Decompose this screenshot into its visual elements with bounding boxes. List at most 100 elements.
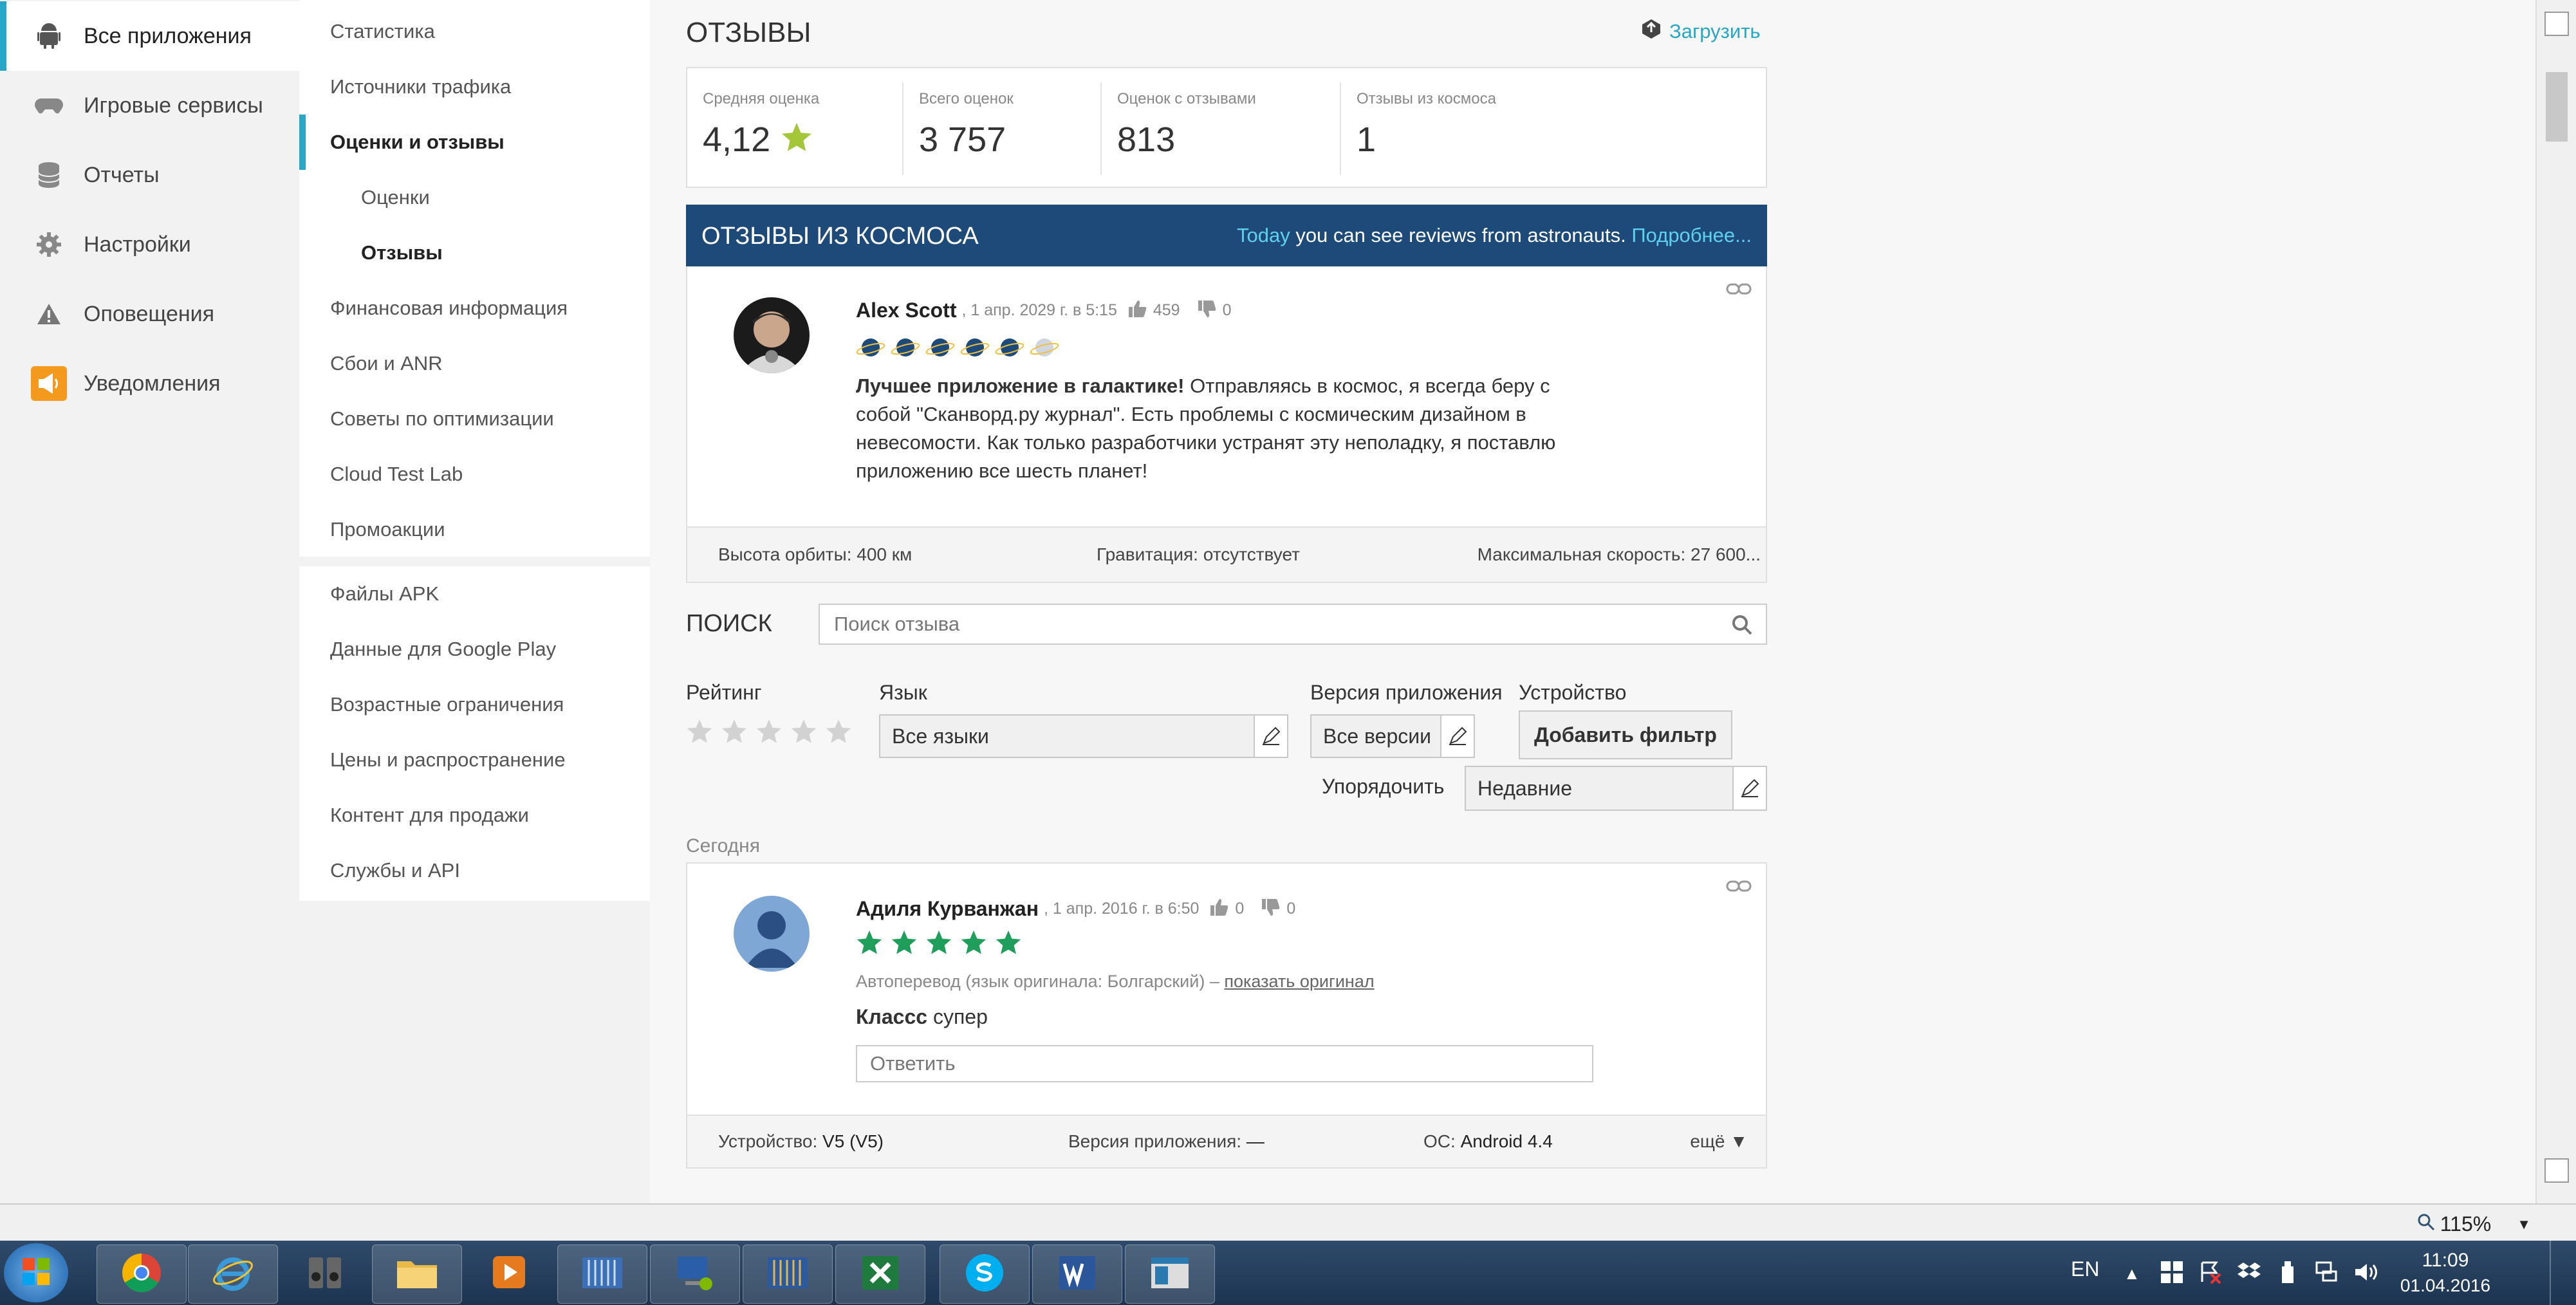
speakers-icon <box>304 1251 346 1297</box>
nav-item-label: Сбои и ANR <box>330 352 443 375</box>
taskbar-word[interactable] <box>1032 1245 1122 1304</box>
nav-item-traffic-sources[interactable]: Источники трафика <box>299 59 650 115</box>
dropbox-icon[interactable] <box>2237 1260 2261 1288</box>
clock[interactable]: 11:09 01.04.2016 <box>2381 1250 2510 1296</box>
nav-item-ratings-reviews[interactable]: Оценки и отзывы <box>299 115 650 170</box>
zoom-control[interactable]: 115% ▼ <box>2417 1212 2531 1236</box>
scroll-up-button[interactable] <box>2544 12 2569 36</box>
action-center-icon[interactable] <box>2198 1260 2223 1288</box>
device-value: V5 (V5) <box>822 1131 884 1151</box>
stat-space-reviews: Отзывы из космоса 1 <box>1357 90 1496 160</box>
sort-label: Упорядочить <box>1322 775 1445 798</box>
taskbar-player[interactable] <box>465 1245 553 1302</box>
nav-item-statistics[interactable]: Статистика <box>299 4 650 59</box>
warning-icon <box>30 302 68 326</box>
nav-item-reviews[interactable]: Отзывы <box>299 225 650 281</box>
star-icon <box>856 930 883 959</box>
cosmos-more-link[interactable]: Подробнее... <box>1631 224 1752 246</box>
device-info: Устройство: V5 (V5) <box>718 1131 884 1152</box>
nav-item-services-api[interactable]: Службы и API <box>299 843 650 898</box>
rating-filter-star[interactable] <box>790 719 817 748</box>
add-filter-button[interactable]: Добавить фильтр <box>1519 710 1732 759</box>
rating-filter-star[interactable] <box>721 719 748 748</box>
upload-icon <box>1640 18 1663 45</box>
taskbar-app-4[interactable] <box>1125 1245 1215 1304</box>
search-input[interactable]: Поиск отзыва <box>819 604 1767 645</box>
sort-select[interactable]: Недавние <box>1465 766 1767 811</box>
planet-icon <box>925 335 955 364</box>
start-button[interactable] <box>4 1243 68 1302</box>
caret-down-icon: ▼ <box>1730 1131 1748 1151</box>
scroll-down-button[interactable] <box>2544 1158 2569 1183</box>
nav-item-label: Источники трафика <box>330 75 512 98</box>
thumbs-down-icon[interactable] <box>1198 301 1216 320</box>
nav-item-notifications[interactable]: Уведомления <box>0 349 299 418</box>
nav-item-pricing[interactable]: Цены и распространение <box>299 732 650 788</box>
taskbar-skype[interactable] <box>940 1245 1030 1304</box>
nav-item-all-apps[interactable]: Все приложения <box>0 1 299 71</box>
taskbar-media[interactable] <box>281 1245 369 1302</box>
scroll-thumb[interactable] <box>2546 72 2568 142</box>
nav-item-ratings[interactable]: Оценки <box>299 170 650 225</box>
show-original-link[interactable]: показать оригинал <box>1224 972 1374 991</box>
nav-item-reports[interactable]: Отчеты <box>0 140 299 210</box>
likes-count: 459 <box>1153 301 1180 319</box>
nav-item-promotions[interactable]: Промоакции <box>299 502 650 557</box>
nav-item-label: Оценки и отзывы <box>330 131 505 153</box>
nav-item-optimization-tips[interactable]: Советы по оптимизации <box>299 391 650 447</box>
taskbar-explorer[interactable] <box>372 1245 462 1304</box>
version-select[interactable]: Все версии <box>1310 714 1475 758</box>
nav-item-content-rating[interactable]: Возрастные ограничения <box>299 677 650 732</box>
language-select[interactable]: Все языки <box>879 714 1288 758</box>
search-icon[interactable] <box>1731 614 1753 641</box>
nav-item-label: Cloud Test Lab <box>330 463 463 485</box>
dislikes-count: 0 <box>1286 900 1296 918</box>
nav-item-settings[interactable]: Настройки <box>0 210 299 279</box>
taskbar-chrome[interactable] <box>97 1245 187 1304</box>
taskbar-app-3[interactable] <box>743 1245 833 1304</box>
cosmos-review-card: Alex Scott , 1 апр. 2029 г. в 5:15 459 0… <box>686 266 1767 583</box>
planet-icon <box>856 335 885 364</box>
reply-input[interactable]: Ответить <box>856 1045 1593 1082</box>
rating-filter-star[interactable] <box>825 719 852 748</box>
gamepad-icon <box>30 96 68 115</box>
rating-filter-star[interactable] <box>686 719 713 748</box>
main-content: ОТЗЫВЫ Загрузить Средняя оценка 4,12 Все… <box>650 0 2535 1203</box>
taskbar-excel[interactable] <box>835 1245 925 1304</box>
link-icon[interactable] <box>1726 282 1752 299</box>
thumbs-up-icon[interactable] <box>1210 899 1228 919</box>
vertical-scrollbar[interactable] <box>2535 0 2576 1203</box>
word-icon <box>1057 1254 1098 1295</box>
star-icon <box>781 122 813 157</box>
nav-item-game-services[interactable]: Игровые сервисы <box>0 71 299 140</box>
thumbs-down-icon[interactable] <box>1262 899 1280 919</box>
nav-item-apk-files[interactable]: Файлы APK <box>299 566 650 622</box>
rating-filter-stars[interactable] <box>686 719 860 748</box>
language-indicator[interactable]: EN <box>2071 1257 2099 1281</box>
nav-item-financial[interactable]: Финансовая информация <box>299 281 650 336</box>
nav-item-in-app-products[interactable]: Контент для продажи <box>299 788 650 843</box>
nav-item-store-listing[interactable]: Данные для Google Play <box>299 622 650 677</box>
tray-expand-icon[interactable]: ▲ <box>2124 1264 2140 1284</box>
avatar <box>734 896 810 972</box>
show-desktop-button[interactable] <box>2550 1241 2576 1305</box>
nav-item-cloud-test-lab[interactable]: Cloud Test Lab <box>299 447 650 502</box>
more-button[interactable]: ещё ▼ <box>1690 1131 1748 1152</box>
upload-link[interactable]: Загрузить <box>1640 18 1761 45</box>
network-icon[interactable] <box>2314 1260 2339 1288</box>
windows-flag-icon[interactable] <box>2160 1260 2184 1288</box>
nav-item-label: Файлы APK <box>330 582 440 605</box>
thumbs-up-icon[interactable] <box>1128 301 1147 320</box>
link-icon[interactable] <box>1726 879 1752 896</box>
primary-nav: Все приложения Игровые сервисы Отчеты На… <box>0 0 299 1203</box>
taskbar-app-2[interactable] <box>650 1245 740 1304</box>
stat-total: Всего оценок 3 757 <box>919 90 1014 160</box>
volume-icon[interactable] <box>2353 1260 2378 1288</box>
taskbar-ie[interactable] <box>188 1245 278 1304</box>
usb-icon[interactable] <box>2275 1260 2300 1288</box>
device-label: Устройство: <box>718 1131 823 1151</box>
nav-item-alerts[interactable]: Оповещения <box>0 279 299 349</box>
rating-filter-star[interactable] <box>755 719 783 748</box>
taskbar-app-1[interactable] <box>557 1245 647 1304</box>
nav-item-crashes-anr[interactable]: Сбои и ANR <box>299 336 650 391</box>
